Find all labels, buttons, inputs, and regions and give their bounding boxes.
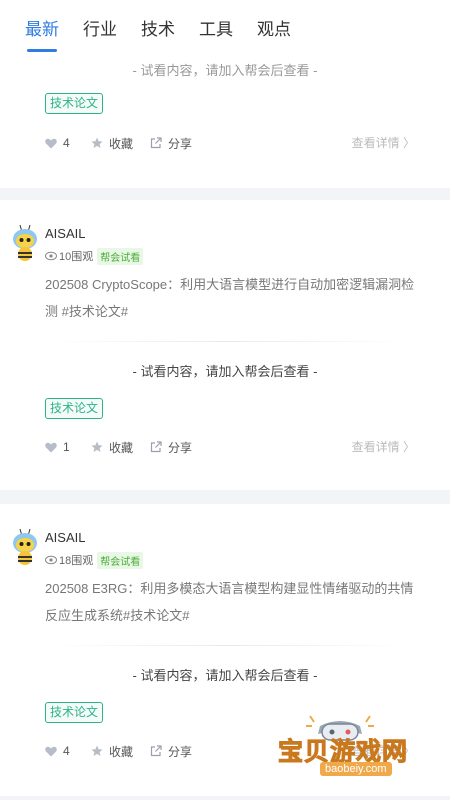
author-name[interactable]: AISAIL bbox=[45, 226, 85, 241]
collect-button[interactable]: 收藏 bbox=[91, 741, 133, 761]
view-detail-link[interactable]: 查看详情 〉 bbox=[352, 133, 415, 153]
share-label: 分享 bbox=[168, 136, 193, 151]
trial-notice: - 试看内容，请加入帮会后查看 - bbox=[132, 63, 318, 78]
tab-latest[interactable]: 最新 bbox=[25, 15, 59, 58]
action-bar: 4 收藏 分享 查看详情 〉 bbox=[45, 133, 415, 153]
tab-technology[interactable]: 技术 bbox=[141, 15, 175, 58]
eye-icon bbox=[45, 555, 57, 565]
star-icon bbox=[91, 441, 103, 452]
trial-badge: 帮会试看 bbox=[97, 551, 144, 569]
heart-icon bbox=[45, 746, 57, 756]
like-count: 4 bbox=[63, 136, 70, 150]
like-button[interactable]: 1 bbox=[45, 437, 70, 457]
view-count: 10围观 bbox=[59, 251, 94, 263]
avatar bbox=[13, 224, 37, 261]
share-icon bbox=[150, 137, 162, 149]
divider bbox=[46, 341, 410, 342]
collect-button[interactable]: 收藏 bbox=[91, 133, 133, 153]
view-count: 18围观 bbox=[59, 555, 94, 567]
share-button[interactable]: 分享 bbox=[150, 133, 192, 153]
avatar bbox=[13, 528, 37, 565]
collect-label: 收藏 bbox=[109, 440, 134, 455]
post-title[interactable]: 202508 CryptoScope：利用大语言模型进行自动加密逻辑漏洞检测 #… bbox=[45, 271, 420, 325]
share-icon bbox=[150, 745, 162, 757]
like-button[interactable]: 4 bbox=[45, 741, 70, 761]
eye-icon bbox=[45, 251, 57, 261]
post-card: AISAIL 10围观 帮会试看 202508 CryptoScope：利用大语… bbox=[0, 200, 450, 490]
share-label: 分享 bbox=[168, 440, 193, 455]
share-button[interactable]: 分享 bbox=[150, 741, 192, 761]
like-button[interactable]: 4 bbox=[45, 133, 70, 153]
divider bbox=[46, 645, 410, 646]
tab-industry[interactable]: 行业 bbox=[83, 15, 117, 58]
watermark-url: baobeiy.com bbox=[320, 762, 392, 776]
post-title[interactable]: 202508 E3RG：利用多模态大语言模型构建显性情绪驱动的共情反应生成系统#… bbox=[45, 575, 420, 629]
collect-button[interactable]: 收藏 bbox=[91, 437, 133, 457]
tab-opinion[interactable]: 观点 bbox=[257, 15, 291, 58]
star-icon bbox=[91, 745, 103, 756]
star-icon bbox=[91, 137, 103, 148]
author-name[interactable]: AISAIL bbox=[45, 530, 85, 545]
action-bar: 1 收藏 分享 查看详情 〉 bbox=[45, 437, 415, 457]
share-label: 分享 bbox=[168, 744, 193, 759]
trial-notice: - 试看内容，请加入帮会后查看 - bbox=[132, 364, 318, 379]
tag-label[interactable]: 技术论文 bbox=[45, 93, 104, 114]
trial-badge: 帮会试看 bbox=[97, 247, 144, 265]
top-tab-bar: 最新 行业 技术 工具 观点 bbox=[0, 0, 450, 58]
post-meta: 10围观 帮会试看 bbox=[45, 247, 144, 265]
heart-icon bbox=[45, 442, 57, 452]
view-detail-link[interactable]: 查看详情 〉 bbox=[352, 437, 415, 457]
collect-label: 收藏 bbox=[109, 136, 134, 151]
trial-notice: - 试看内容，请加入帮会后查看 - bbox=[132, 668, 318, 683]
collect-label: 收藏 bbox=[109, 744, 134, 759]
like-count: 4 bbox=[63, 744, 70, 758]
heart-icon bbox=[45, 138, 57, 148]
share-button[interactable]: 分享 bbox=[150, 437, 192, 457]
tab-tools[interactable]: 工具 bbox=[199, 15, 233, 58]
like-count: 1 bbox=[63, 440, 70, 454]
post-meta: 18围观 帮会试看 bbox=[45, 551, 144, 569]
share-icon bbox=[150, 441, 162, 453]
tag-label[interactable]: 技术论文 bbox=[45, 398, 104, 419]
tag-label[interactable]: 技术论文 bbox=[45, 702, 104, 723]
